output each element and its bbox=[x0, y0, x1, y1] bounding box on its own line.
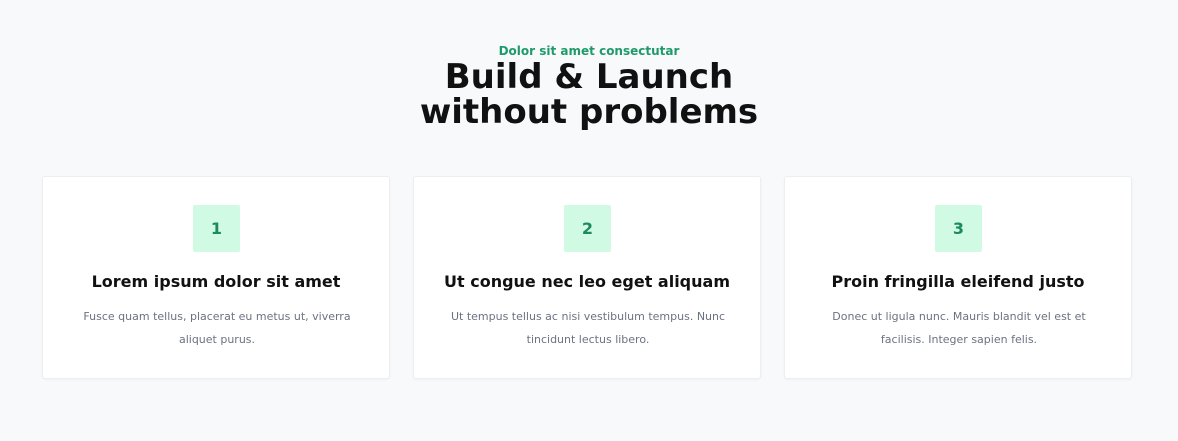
feature-title: Proin fringilla eleifend justo bbox=[831, 272, 1085, 291]
section-title: Build & Launch without problems bbox=[0, 60, 1178, 130]
feature-card-3: 3 Proin fringilla eleifend justo Donec u… bbox=[784, 176, 1132, 379]
section-title-line-1: Build & Launch bbox=[444, 57, 734, 97]
feature-description: Fusce quam tellus, placerat eu metus ut,… bbox=[83, 310, 351, 346]
feature-title: Lorem ipsum dolor sit amet bbox=[91, 272, 341, 291]
feature-card-1: 1 Lorem ipsum dolor sit amet Fusce quam … bbox=[42, 176, 390, 379]
features-section: Dolor sit amet consectutar Build & Launc… bbox=[0, 0, 1178, 441]
feature-description: Donec ut ligula nunc. Mauris blandit vel… bbox=[832, 310, 1086, 346]
feature-number-badge: 3 bbox=[935, 205, 982, 252]
feature-number-badge: 1 bbox=[193, 205, 240, 252]
section-eyebrow: Dolor sit amet consectutar bbox=[498, 44, 680, 58]
feature-card-2: 2 Ut congue nec leo eget aliquam Ut temp… bbox=[413, 176, 761, 379]
feature-title: Ut congue nec leo eget aliquam bbox=[444, 272, 730, 291]
section-title-line-2: without problems bbox=[419, 92, 759, 132]
feature-description: Ut tempus tellus ac nisi vestibulum temp… bbox=[450, 310, 726, 346]
feature-number-badge: 2 bbox=[564, 205, 611, 252]
